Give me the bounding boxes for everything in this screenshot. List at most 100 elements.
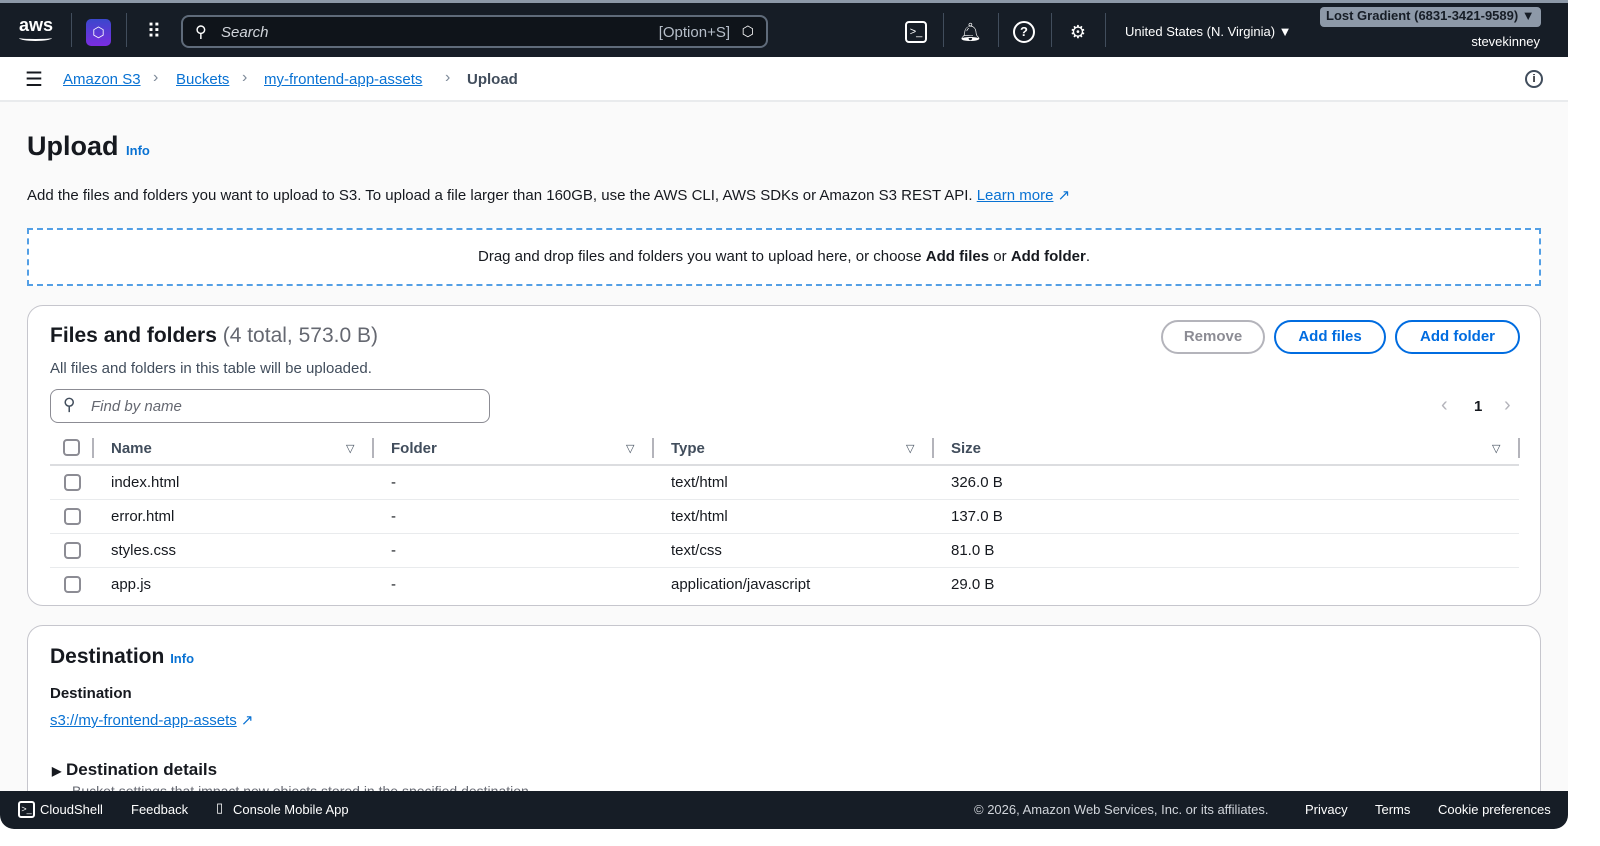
chevron-right-icon: ›	[445, 69, 451, 86]
search-icon: ⚲	[195, 24, 207, 41]
next-page-icon[interactable]: ›	[1504, 394, 1511, 417]
top-navigation: aws ⬡ ⠿ ⚲ Search [Option+S] ⬡ >_ 🔔︎ ? ⚙ …	[0, 0, 1568, 57]
cell-type: text/html	[671, 474, 728, 491]
info-link[interactable]: Info	[126, 143, 150, 158]
footer-copyright: © 2026, Amazon Web Services, Inc. or its…	[974, 802, 1269, 817]
cell-folder: -	[391, 576, 396, 593]
sort-icon[interactable]: ▽	[1492, 442, 1500, 455]
add-files-button[interactable]: Add files	[1274, 320, 1386, 354]
files-panel: Files and folders (4 total, 573.0 B) All…	[27, 305, 1541, 606]
username[interactable]: stevekinney	[1471, 34, 1540, 49]
cell-size: 29.0 B	[951, 576, 995, 593]
services-grid-icon[interactable]: ⠿	[143, 21, 165, 43]
search-input[interactable]: ⚲ Search [Option+S] ⬡	[181, 15, 768, 48]
row-divider	[50, 533, 1519, 534]
find-by-name-input[interactable]: ⚲ Find by name	[50, 389, 490, 423]
breadcrumb-buckets[interactable]: Buckets	[176, 71, 229, 88]
divider	[71, 13, 72, 47]
row-divider	[50, 567, 1519, 568]
learn-more-link[interactable]: Learn more	[977, 187, 1054, 204]
cell-size: 326.0 B	[951, 474, 1003, 491]
column-header-size[interactable]: Size	[951, 440, 981, 457]
divider	[1105, 13, 1106, 47]
destination-heading: Destination Info	[50, 645, 195, 668]
help-icon[interactable]: ?	[1013, 21, 1035, 43]
footer-privacy[interactable]: Privacy	[1305, 802, 1348, 817]
cell-name: index.html	[111, 474, 180, 491]
footer-cloudshell[interactable]: CloudShell	[40, 802, 103, 817]
row-checkbox[interactable]	[64, 576, 81, 593]
breadcrumb: ☰ Amazon S3 › Buckets › my-frontend-app-…	[0, 57, 1568, 102]
divider	[943, 13, 944, 47]
divider	[126, 13, 127, 47]
search-shortcut: [Option+S]	[658, 24, 730, 41]
drop-zone[interactable]: Drag and drop files and folders you want…	[27, 228, 1541, 286]
select-all-checkbox[interactable]	[63, 439, 80, 456]
files-heading: Files and folders (4 total, 573.0 B)	[50, 324, 378, 347]
column-header-folder[interactable]: Folder	[391, 440, 437, 457]
sort-icon[interactable]: ▽	[626, 442, 634, 455]
footer-feedback[interactable]: Feedback	[131, 802, 188, 817]
footer-terms[interactable]: Terms	[1375, 802, 1410, 817]
mobile-icon: ▯	[216, 800, 224, 815]
cell-name: app.js	[111, 576, 152, 593]
cell-folder: -	[391, 508, 396, 525]
cell-size: 81.0 B	[951, 542, 995, 559]
aws-smile-icon	[19, 35, 52, 41]
page-description: Add the files and folders you want to up…	[27, 187, 1071, 204]
row-checkbox[interactable]	[64, 542, 81, 559]
sort-icon[interactable]: ▽	[906, 442, 914, 455]
breadcrumb-amazon-s3[interactable]: Amazon S3	[63, 71, 141, 88]
info-link[interactable]: Info	[170, 651, 194, 666]
caret-right-icon: ▶	[52, 764, 62, 778]
destination-details-toggle[interactable]: ▶ Destination details	[52, 760, 217, 780]
row-checkbox[interactable]	[64, 508, 81, 525]
chevron-right-icon: ›	[242, 69, 248, 86]
cell-type: application/javascript	[671, 576, 811, 593]
cell-name: styles.css	[111, 542, 177, 559]
row-checkbox[interactable]	[64, 474, 81, 491]
cell-name: error.html	[111, 508, 175, 525]
external-link-icon: ↗	[1057, 187, 1071, 204]
cell-type: text/html	[671, 508, 728, 525]
q-icon: ⬡	[741, 23, 754, 39]
footer-mobile-app[interactable]: Console Mobile App	[233, 802, 349, 817]
footer-cookies[interactable]: Cookie preferences	[1438, 802, 1551, 817]
breadcrumb-current: Upload	[467, 71, 518, 88]
header-divider	[50, 464, 1519, 466]
destination-label: Destination	[50, 685, 132, 702]
cell-folder: -	[391, 542, 396, 559]
column-divider	[372, 438, 374, 458]
column-header-name[interactable]: Name	[111, 440, 152, 457]
region-selector[interactable]: United States (N. Virginia) ▼	[1125, 24, 1292, 39]
add-folder-button[interactable]: Add folder	[1395, 320, 1520, 354]
info-icon[interactable]: i	[1525, 70, 1543, 88]
column-divider	[92, 438, 94, 458]
menu-icon[interactable]: ☰	[25, 67, 43, 92]
column-divider	[932, 438, 934, 458]
cloudshell-icon[interactable]: >_	[18, 801, 35, 818]
cell-size: 137.0 B	[951, 508, 1003, 525]
gear-icon[interactable]: ⚙	[1067, 21, 1089, 43]
page-title: Upload Info	[27, 131, 150, 161]
q-app-icon[interactable]: ⬡	[86, 19, 111, 46]
search-placeholder: Search	[221, 24, 269, 41]
divider	[1051, 13, 1052, 47]
page-number[interactable]: 1	[1474, 398, 1482, 415]
prev-page-icon[interactable]: ‹	[1441, 394, 1448, 417]
cell-type: text/css	[671, 542, 722, 559]
bell-icon[interactable]: 🔔︎	[959, 21, 982, 43]
cloudshell-icon[interactable]: >_	[905, 21, 927, 43]
footer: >_ CloudShell Feedback ▯ Console Mobile …	[0, 791, 1568, 829]
account-menu[interactable]: Lost Gradient (6831-3421-9589) ▼	[1320, 7, 1541, 27]
column-divider	[1518, 438, 1520, 458]
aws-logo[interactable]: aws	[19, 15, 53, 36]
chevron-right-icon: ›	[153, 69, 159, 86]
row-divider	[50, 499, 1519, 500]
remove-button[interactable]: Remove	[1161, 320, 1265, 354]
sort-icon[interactable]: ▽	[346, 442, 354, 455]
breadcrumb-bucket[interactable]: my-frontend-app-assets	[264, 71, 422, 88]
column-header-type[interactable]: Type	[671, 440, 705, 457]
files-subtitle: All files and folders in this table will…	[50, 360, 372, 377]
destination-link[interactable]: s3://my-frontend-app-assets	[50, 712, 237, 729]
